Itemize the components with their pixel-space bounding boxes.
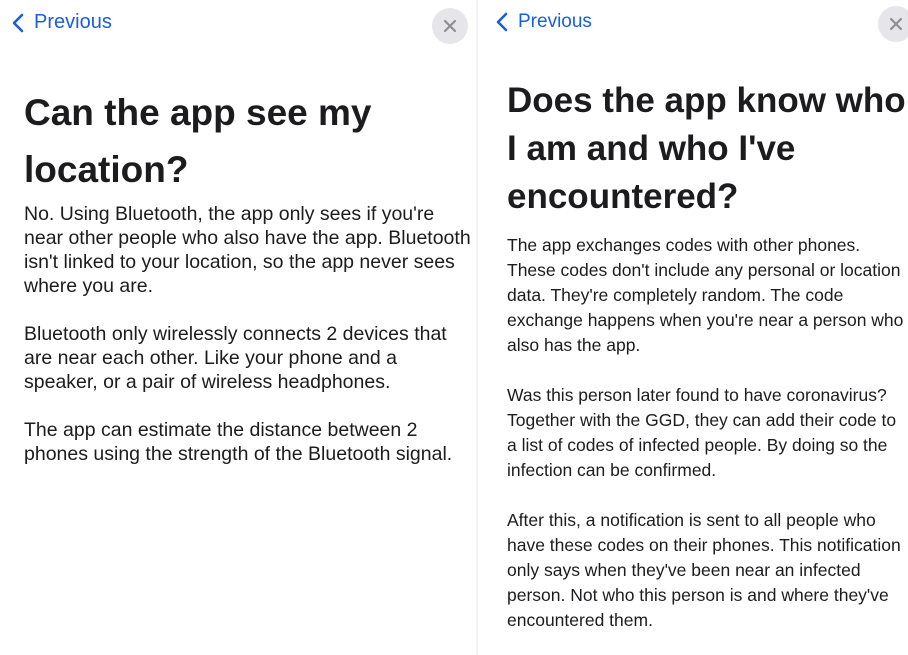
previous-label: Previous — [518, 11, 592, 32]
page-title: Can the app see my location? — [24, 92, 372, 190]
chevron-left-icon — [12, 13, 24, 32]
previous-button[interactable]: Previous — [496, 11, 592, 33]
paragraph: No. Using Bluetooth, the app only sees i… — [24, 203, 471, 297]
paragraph: After this, a notification is sent to al… — [507, 510, 901, 630]
paragraph: Bluetooth only wirelessly connects 2 dev… — [24, 323, 447, 393]
body-text: The app exchanges codes with other phone… — [507, 233, 907, 655]
right-screen: Previous Does the app know who I am and … — [478, 0, 908, 655]
body-text: No. Using Bluetooth, the app only sees i… — [24, 202, 474, 490]
close-icon — [889, 17, 903, 31]
close-button[interactable] — [432, 8, 468, 44]
close-icon — [443, 19, 457, 33]
paragraph: The app can estimate the distance betwee… — [24, 419, 453, 465]
previous-label: Previous — [34, 11, 112, 33]
page-title: Does the app know who I am and who I've … — [507, 81, 906, 216]
previous-button[interactable]: Previous — [12, 11, 112, 34]
close-button[interactable] — [878, 6, 908, 42]
paragraph: Was this person later found to have coro… — [507, 385, 897, 480]
chevron-left-icon — [496, 12, 508, 32]
left-screen: Previous Can the app see my location? No… — [0, 0, 476, 655]
paragraph: The app exchanges codes with other phone… — [507, 235, 904, 355]
